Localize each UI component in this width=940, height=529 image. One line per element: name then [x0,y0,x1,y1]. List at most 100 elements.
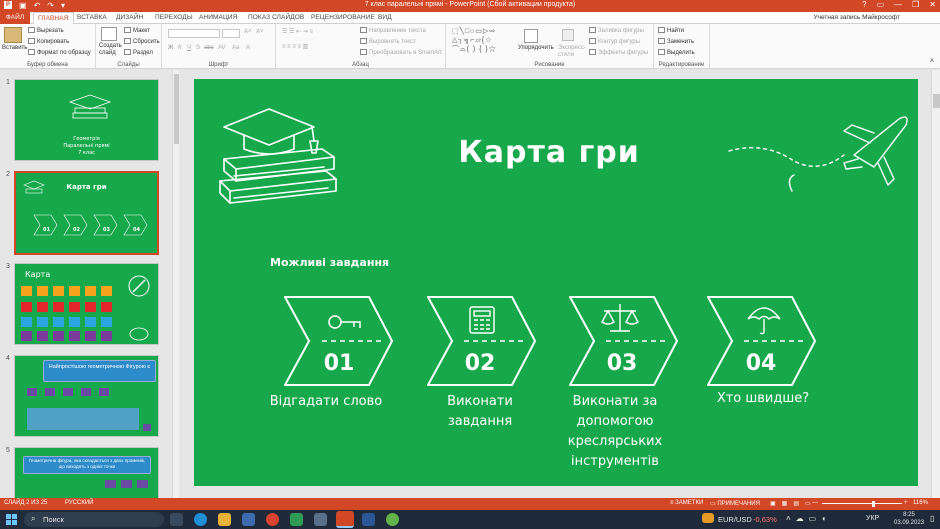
ribbon: Вставить Вырезать Копировать Формат по о… [0,24,940,69]
comments-button[interactable]: ▭ ПРИМЕЧАНИЯ [710,500,760,507]
windows-start-icon[interactable] [6,514,17,525]
tab-transitions[interactable]: ПЕРЕХОДЫ [155,14,193,21]
account-link[interactable]: Учетная запись Майкрософт [813,14,900,21]
group-drawing: ⬚╲□○▭▷⇨ △┐╗⌐▱{☆ ⌒⌓( ) { }☆ Упорядочить Экс… [446,24,654,69]
close-button[interactable]: ✕ [929,0,936,9]
slide-thumbnail-1[interactable]: Геометрія Паралельні прямі 7 клас [14,79,159,161]
align-text-button[interactable]: Выровнять текст [360,38,416,45]
file-explorer-icon[interactable] [218,513,231,526]
notification-icon[interactable]: ▯ [930,514,938,525]
collapse-ribbon-icon[interactable]: ˄ [930,58,934,65]
italic-button[interactable]: К [178,45,182,51]
slide-scrollbar[interactable] [931,70,940,498]
zoom-slider-thumb[interactable] [872,501,875,507]
task-03-label[interactable]: Виконати за допомогою креслярських інстр… [562,392,668,472]
slide-thumbnail-4[interactable]: Найпростішою геометричною Фігурою є [14,355,159,437]
zoom-out-icon[interactable]: — [812,500,818,506]
tab-view[interactable]: ВИД [378,14,392,21]
edge-browser-icon[interactable] [194,513,207,526]
thumb-number: 1 [6,79,10,86]
zoom-level[interactable]: 116% [913,500,928,506]
bullets-icon[interactable]: ☰ ☰ ⇤ ⇥ ≡ [282,28,313,35]
align-icons[interactable]: ≡ ≡ ≡ ≡ ▥ [282,43,308,50]
shrink-font-icon[interactable]: A˅ [256,29,264,35]
change-case-button[interactable]: Aa [232,45,239,51]
slide-subtitle[interactable]: Можливі завдання [270,256,389,269]
minimize-button[interactable]: — [894,0,902,9]
shape-effects-button[interactable]: Эффекты фигуры [589,49,648,56]
thumb1-line2: Паралельні прямі [63,143,110,149]
task-03-number: 03 [606,351,638,376]
char-spacing-button[interactable]: AV [218,45,226,51]
copy-label: Копировать [37,39,70,45]
copy-button[interactable]: Копировать [28,38,69,45]
camera-app-icon[interactable] [314,513,327,526]
tab-file[interactable]: ФАЙЛ [0,12,30,24]
zoom-slider[interactable] [822,503,902,504]
slide-thumbnail-3[interactable]: Карта [14,263,159,345]
font-color-button[interactable]: A [246,45,250,51]
slide-scroll-thumb[interactable] [933,94,940,108]
clock[interactable]: 8:25 03.09.2023 [894,511,924,527]
select-button[interactable]: Выделить [658,49,695,56]
find-button[interactable]: Найти [658,27,684,34]
tab-design[interactable]: ДИЗАЙН [116,14,143,21]
tab-insert[interactable]: ВСТАВКА [77,14,107,21]
slide-thumbnail-5[interactable]: Геометрична фігура, яка складається з дв… [14,447,159,499]
shape-fill-button[interactable]: Заливка фигуры [589,27,644,34]
strikethrough-button[interactable]: abc [204,45,214,51]
viber-like-icon[interactable] [386,513,399,526]
cut-button[interactable]: Вырезать [28,27,64,34]
keyboard-language[interactable]: УКР [866,515,879,522]
thumbnails-scrollbar[interactable] [172,70,179,498]
tab-review[interactable]: РЕЦЕНЗИРОВАНИЕ [311,14,375,21]
restore-button[interactable]: ❐ [912,0,919,9]
language-indicator[interactable]: РУССКИЙ [65,500,93,506]
reset-label: Сбросить [133,39,160,45]
current-slide[interactable]: Карта гри Можливі завдання 01 02 03 04 В… [194,79,918,486]
search-box[interactable]: ⌕ Поиск [24,512,164,527]
grow-font-icon[interactable]: A˄ [244,29,252,35]
shadow-button[interactable]: S [196,45,200,51]
replace-button[interactable]: Заменить [658,38,694,45]
slide-thumbnail-2[interactable]: Карта гри 01 02 03 04 [14,171,159,255]
app-icon[interactable] [290,513,303,526]
zoom-in-icon[interactable]: + [904,500,908,506]
font-name-combo[interactable] [168,29,220,38]
powerpoint-taskbar-icon[interactable] [336,511,354,528]
thumb-number: 4 [6,355,10,362]
font-size-combo[interactable] [222,29,240,38]
reset-button[interactable]: Сбросить [124,38,160,45]
task-04-label[interactable]: Хто швидше? [708,389,818,409]
notes-button[interactable]: ≡ ЗАМЕТКИ [670,500,703,506]
text-direction-button[interactable]: Направление текста [360,27,426,34]
layout-button[interactable]: Макет [124,27,150,34]
chrome-browser-icon[interactable] [266,513,279,526]
ribbon-display-icon[interactable]: ▭ [877,0,885,9]
arrange-button[interactable]: Упорядочить [518,45,554,51]
view-buttons[interactable]: ▣▦▤▭ [770,500,817,507]
cut-label: Вырезать [37,28,64,34]
task-01-label[interactable]: Відгадати слово [264,392,388,412]
shapes-gallery[interactable]: ⬚╲□○▭▷⇨ △┐╗⌐▱{☆ ⌒⌓( ) { }☆ [452,27,512,55]
task-02-label[interactable]: Виконати завдання [440,392,520,432]
group-label-slides: Слайды [117,62,140,68]
new-slide-button[interactable]: Создать слайд [99,43,123,57]
underline-button[interactable]: Ч [187,45,191,51]
currency-pair[interactable]: EUR/USD [718,515,752,524]
slide-title[interactable]: Карта гри [449,135,649,170]
format-painter-button[interactable]: Формат по образцу [28,49,91,56]
shape-outline-button[interactable]: Контур фигуры [589,38,640,45]
word-taskbar-icon[interactable] [362,513,375,526]
task-view-icon[interactable] [170,513,183,526]
smartart-button[interactable]: Преобразовать в SmartArt [360,49,442,56]
tray-icons[interactable]: ˄☁▭◖ [786,514,831,523]
quick-styles-button[interactable]: Экспресс-стили [558,45,586,59]
paste-button[interactable]: Вставить [2,45,27,51]
tab-animation[interactable]: АНИМАЦИЯ [199,14,237,21]
tab-slideshow[interactable]: ПОКАЗ СЛАЙДОВ [248,14,304,21]
help-button[interactable]: ? [862,0,866,9]
calendar-app-icon[interactable] [242,513,255,526]
bold-button[interactable]: Ж [168,45,173,51]
section-button[interactable]: Раздел [124,49,153,56]
